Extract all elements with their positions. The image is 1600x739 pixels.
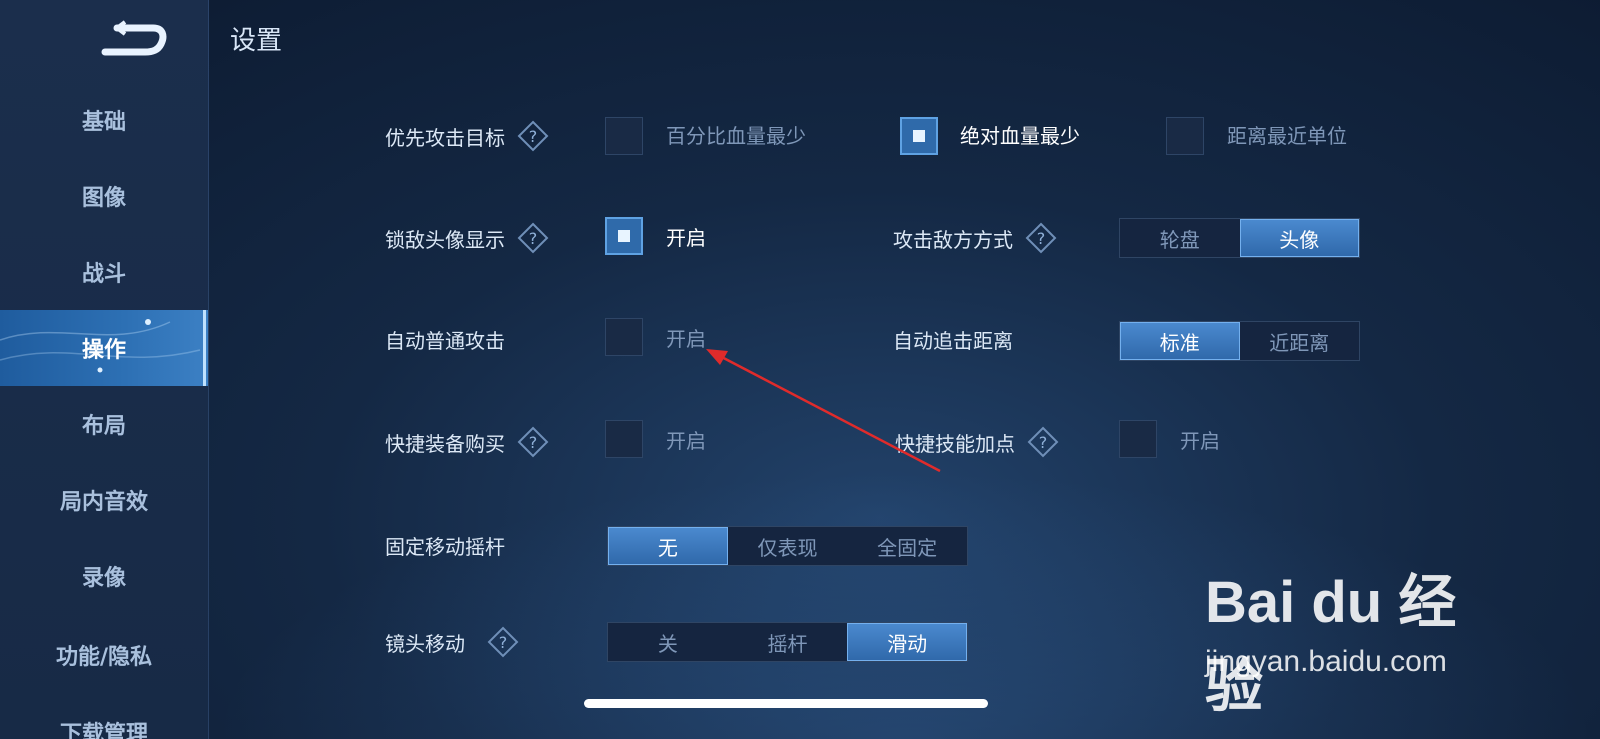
priority-nearest-label: 距离最近单位 [1227,124,1347,148]
sidebar-item-label: 功能/隐私 [55,645,153,670]
sidebar-item-image[interactable]: 图像 [0,158,208,234]
quick-buy-checkbox[interactable] [605,420,643,458]
auto-attack-option: 开启 [666,327,706,351]
setting-label: 快捷装备购买 [385,431,505,456]
sidebar-item-downloads[interactable]: 下载管理 [0,700,208,739]
setting-label: 固定移动摇杆 [385,534,505,559]
camera-move-segmented: 关 摇杆 滑动 [607,622,968,662]
svg-text:?: ? [499,633,508,652]
camera-move-off-button[interactable]: 关 [608,623,728,661]
camera-move-joystick-button[interactable]: 摇杆 [728,623,848,661]
priority-absolute-hp-label: 绝对血量最少 [960,124,1080,148]
sidebar-item-label: 操作 [81,338,126,363]
back-button[interactable] [95,18,175,62]
help-icon[interactable]: ? [517,426,549,458]
setting-label: 自动普通攻击 [385,328,505,353]
svg-text:?: ? [1039,433,1048,452]
sidebar-item-label: 局内音效 [59,490,148,515]
help-icon[interactable]: ? [517,120,549,152]
fixed-joystick-visual-button[interactable]: 仅表现 [728,527,848,565]
sidebar-item-label: 录像 [81,566,126,591]
chase-distance-segmented: 标准 近距离 [1119,321,1360,361]
priority-percent-hp-label: 百分比血量最少 [666,124,806,148]
back-arrow-icon [101,20,167,56]
sidebar-item-label: 布局 [81,414,126,439]
home-indicator[interactable] [584,699,988,708]
camera-move-label: 镜头移动 ? [385,622,519,662]
attack-mode-segmented: 轮盘 头像 [1119,218,1360,258]
setting-label: 快捷技能加点 [895,431,1015,456]
watermark-url: jingyan.baidu.com [1205,645,1447,678]
sidebar-item-layout[interactable]: 布局 [0,386,208,462]
fixed-joystick-segmented: 无 仅表现 全固定 [607,526,968,566]
sidebar-item-label: 战斗 [81,262,126,287]
sidebar-item-label: 图像 [81,186,126,211]
priority-nearest-checkbox[interactable] [1166,117,1204,155]
quick-buy-option: 开启 [666,429,706,453]
attack-mode-label: 攻击敌方方式 ? [893,218,1057,258]
svg-text:?: ? [529,127,538,146]
sidebar-item-label: 基础 [81,110,126,135]
baidu-watermark: Bai du 经验 jingyan.baidu.com [1205,555,1495,719]
sidebar: 基础 图像 战斗 操作 布局 局内音效 录像 功能/隐私 下载管理 [0,0,209,739]
sidebar-item-combat[interactable]: 战斗 [0,234,208,310]
quick-skill-option: 开启 [1180,429,1220,453]
lock-avatar-option: 开启 [666,226,706,250]
svg-text:?: ? [1037,229,1046,248]
page-title: 设置 [230,26,283,56]
chase-distance-standard-button[interactable]: 标准 [1120,322,1240,360]
help-icon[interactable]: ? [487,626,519,658]
priority-target-label: 优先攻击目标 ? [385,116,549,156]
sidebar-item-recording[interactable]: 录像 [0,538,208,614]
quick-skill-checkbox[interactable] [1119,420,1157,458]
svg-text:?: ? [529,229,538,248]
sidebar-item-sound[interactable]: 局内音效 [0,462,208,538]
svg-text:?: ? [529,433,538,452]
fixed-joystick-full-button[interactable]: 全固定 [847,527,967,565]
watermark-brand: Bai du 经验 [1205,570,1457,719]
auto-attack-label: 自动普通攻击 [385,319,505,359]
setting-label: 优先攻击目标 [385,125,505,150]
lock-avatar-label: 锁敌头像显示 ? [385,218,549,258]
camera-move-swipe-button[interactable]: 滑动 [847,623,968,661]
sidebar-item-controls[interactable]: 操作 [0,310,208,386]
sidebar-item-label: 下载管理 [59,722,148,739]
lock-avatar-checkbox[interactable] [605,217,643,255]
setting-label: 锁敌头像显示 [385,227,505,252]
chase-distance-close-button[interactable]: 近距离 [1240,322,1360,360]
quick-buy-label: 快捷装备购买 ? [385,422,549,462]
sidebar-item-privacy[interactable]: 功能/隐私 [0,617,208,693]
chase-distance-label: 自动追击距离 [893,319,1013,359]
help-icon[interactable]: ? [1025,222,1057,254]
help-icon[interactable]: ? [1027,426,1059,458]
priority-absolute-hp-checkbox[interactable] [900,117,938,155]
sidebar-item-basic[interactable]: 基础 [0,82,208,158]
setting-label: 自动追击距离 [893,328,1013,353]
attack-mode-wheel-button[interactable]: 轮盘 [1120,219,1240,257]
setting-label: 攻击敌方方式 [893,227,1013,252]
auto-attack-checkbox[interactable] [605,318,643,356]
quick-skill-label: 快捷技能加点 ? [895,422,1059,462]
help-icon[interactable]: ? [517,222,549,254]
setting-label: 镜头移动 [385,631,465,656]
attack-mode-avatar-button[interactable]: 头像 [1239,219,1359,257]
fixed-joystick-label: 固定移动摇杆 [385,525,505,565]
priority-percent-hp-checkbox[interactable] [605,117,643,155]
fixed-joystick-none-button[interactable]: 无 [608,527,728,565]
